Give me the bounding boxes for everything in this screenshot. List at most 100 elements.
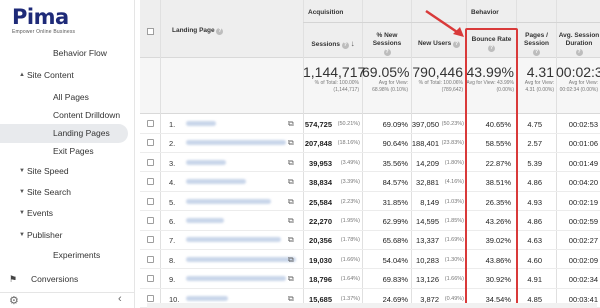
row-checkbox[interactable]: [147, 178, 154, 186]
cell-new-sessions: 54.04%: [382, 255, 408, 265]
group-behavior: Behavior: [471, 9, 499, 16]
sidebar-item-label: Landing Pages: [53, 128, 110, 138]
cell-new-users-pct: (0.49%): [444, 295, 464, 302]
help-icon[interactable]: ?: [216, 28, 224, 35]
collapse-chevron-icon[interactable]: ‹: [118, 293, 122, 305]
cell-sessions-pct: (1.78%): [340, 237, 360, 244]
cell-new-users: 13,337: [416, 236, 439, 246]
landing-page-link[interactable]: [186, 218, 224, 223]
row-checkbox[interactable]: [147, 217, 154, 224]
row-checkbox[interactable]: [147, 255, 154, 263]
col-pages-session[interactable]: Pages / Session ?: [518, 32, 555, 56]
landing-page-link[interactable]: [186, 276, 286, 282]
sidebar-item-10[interactable]: Experiments: [0, 246, 128, 265]
help-icon[interactable]: ?: [453, 41, 461, 48]
row-checkbox[interactable]: [147, 197, 154, 205]
cell-new-users: 10,283: [416, 255, 439, 265]
sidebar-item-1[interactable]: ▲ Site Content: [0, 66, 128, 85]
col-new-sessions[interactable]: % New Sessions ?: [364, 32, 410, 56]
sidebar-item-2[interactable]: All Pages: [0, 88, 128, 107]
table-row[interactable]: 9. ⧉ 18,796 (1.64%) 69.83% 13,126 (1.66%) 30.92…: [140, 269, 600, 289]
col-new-users[interactable]: New Users ?: [413, 40, 465, 48]
external-link-icon[interactable]: ⧉: [288, 138, 294, 148]
annotation-arrow-icon: [425, 9, 464, 37]
external-link-icon[interactable]: ⧉: [288, 158, 294, 168]
total-pages-session: 4.31: [526, 64, 554, 80]
external-link-icon[interactable]: ⧉: [288, 255, 294, 265]
table-row[interactable]: 5. ⧉ 25,584 (2.23%) 31.85% 8,149 (1.03%) 26.35%…: [140, 192, 600, 212]
table-row[interactable]: 3. ⧉ 39,953 (3.49%) 35.56% 14,209 (1.80%) 22.87…: [140, 153, 600, 173]
sidebar-item-6[interactable]: ▼ Site Speed: [0, 162, 128, 181]
sort-desc-icon[interactable]: ↓: [351, 39, 355, 48]
table-row[interactable]: 4. ⧉ 38,834 (3.39%) 84.57% 32,881 (4.16%) 38.51…: [140, 172, 600, 192]
sidebar-item-5[interactable]: Exit Pages: [0, 142, 128, 161]
help-icon[interactable]: ?: [383, 49, 391, 56]
row-checkbox[interactable]: [147, 139, 154, 147]
total-new-users: 790,446: [412, 64, 463, 80]
sidebar-item-label: Conversions: [31, 274, 79, 284]
landing-page-link[interactable]: [186, 159, 226, 165]
cell-new-sessions: 90.64%: [382, 139, 408, 149]
external-link-icon[interactable]: ⧉: [288, 119, 294, 129]
cell-avg-duration: 00:02:19: [568, 197, 598, 207]
flag-icon: ⚑: [9, 274, 18, 284]
landing-page-link[interactable]: [186, 256, 296, 262]
cell-sessions: 19,030: [309, 255, 332, 265]
row-checkbox[interactable]: [147, 294, 154, 302]
gear-icon[interactable]: ⚙: [9, 294, 19, 307]
group-acquisition: Acquisition: [308, 9, 344, 16]
sidebar-item-9[interactable]: ▼ Publisher: [0, 226, 128, 245]
horizontal-scrollbar[interactable]: [147, 303, 597, 308]
sidebar-item-8[interactable]: ▼ Events: [0, 204, 128, 223]
col-avg-duration[interactable]: Avg. Session Duration ?: [558, 32, 600, 56]
landing-page-link[interactable]: [186, 198, 271, 204]
col-landing-page[interactable]: Landing Page ?: [172, 27, 272, 35]
landing-page-link[interactable]: [186, 121, 216, 126]
landing-page-link[interactable]: [186, 179, 246, 185]
cell-new-users-pct: (1.85%): [444, 218, 464, 224]
row-checkbox[interactable]: [147, 236, 154, 244]
cell-avg-duration: 00:04:20: [568, 178, 598, 188]
cell-pages-session: 4.86: [527, 217, 542, 226]
table-row[interactable]: 2. ⧉ 207,848 (18.16%) 90.64% 188,401 (23.83%) 5…: [140, 133, 600, 153]
cell-pages-session: 4.86: [527, 178, 542, 188]
sidebar-item-11[interactable]: ⚑ Conversions: [0, 270, 128, 289]
external-link-icon[interactable]: ⧉: [288, 216, 294, 226]
table-row[interactable]: 7. ⧉ 20,356 (1.78%) 65.68% 13,337 (1.69%) 39.02…: [140, 230, 600, 250]
help-icon[interactable]: ?: [533, 49, 540, 56]
cell-sessions-pct: (1.37%): [340, 295, 360, 302]
external-link-icon[interactable]: ⧉: [288, 235, 294, 245]
row-checkbox[interactable]: [147, 275, 154, 283]
external-link-icon[interactable]: ⧉: [288, 197, 294, 207]
cell-sessions: 18,796: [309, 275, 332, 285]
landing-page-link[interactable]: [186, 140, 286, 146]
select-all-checkbox[interactable]: [147, 28, 154, 35]
cell-new-users: 14,595: [416, 217, 439, 226]
sidebar-item-7[interactable]: ▼ Site Search: [0, 183, 128, 202]
external-link-icon[interactable]: ⧉: [288, 274, 294, 284]
row-number: 1.: [169, 120, 176, 129]
row-number: 5.: [169, 197, 176, 207]
cell-new-users-pct: (4.16%): [444, 179, 464, 186]
caret-up-icon: ▲: [19, 72, 25, 78]
help-icon[interactable]: ?: [341, 42, 349, 49]
row-checkbox[interactable]: [147, 158, 154, 166]
sidebar-item-3[interactable]: Content Drilldown: [0, 106, 128, 125]
external-link-icon[interactable]: ⧉: [288, 177, 294, 187]
landing-page-link[interactable]: [186, 295, 228, 301]
landing-page-link[interactable]: [186, 237, 281, 243]
help-icon[interactable]: ?: [575, 49, 583, 56]
cell-new-sessions: 69.09%: [382, 120, 408, 129]
table-row[interactable]: 1. ⧉ 574,725 (50.21%) 69.09% 397,050 (50.23%) 4…: [140, 114, 600, 134]
sidebar-item-4[interactable]: Landing Pages: [0, 124, 128, 143]
cell-sessions-pct: (18.16%): [337, 140, 360, 147]
caret-down-icon: ▼: [19, 210, 25, 216]
sidebar-item-0[interactable]: Behavior Flow: [0, 44, 128, 63]
col-sessions[interactable]: Sessions ? ↓: [306, 40, 360, 49]
cell-new-users: 397,050: [411, 120, 439, 129]
sidebar-item-label: Site Content: [27, 70, 74, 80]
brand-name: Pima: [12, 5, 69, 29]
row-checkbox[interactable]: [147, 120, 154, 127]
table-row[interactable]: 8. ⧉ 19,030 (1.66%) 54.04% 10,283 (1.30%) 43.86…: [140, 250, 600, 270]
table-row[interactable]: 6. ⧉ 22,270 (1.95%) 62.99% 14,595 (1.85%) 43.26…: [140, 211, 600, 231]
